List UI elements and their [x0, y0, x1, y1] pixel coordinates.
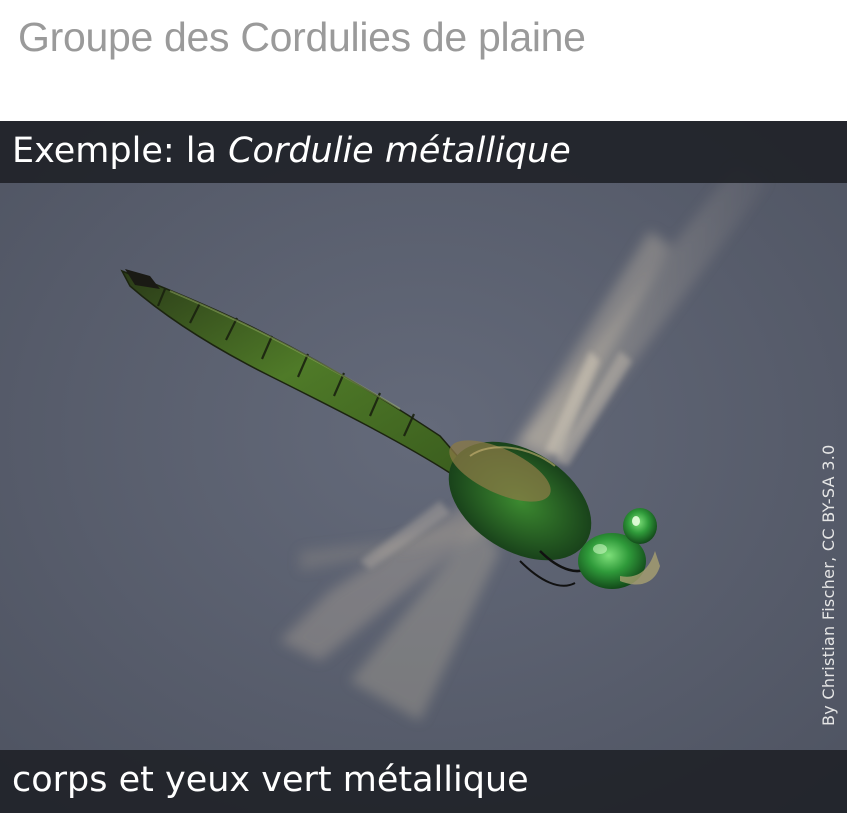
page-title: Groupe des Cordulies de plaine	[18, 14, 586, 60]
caption-top-prefix: Exemple: la	[12, 131, 229, 171]
photo-credit: By Christian Fischer, CC BY-SA 3.0	[819, 444, 838, 726]
caption-bottom: corps et yeux vert métallique	[0, 750, 847, 813]
dragonfly-illustration	[0, 121, 847, 813]
caption-top-species: Cordulie métallique	[228, 131, 571, 171]
dragonfly-photo: Exemple: la Cordulie métallique By Chris…	[0, 121, 847, 813]
caption-top: Exemple: la Cordulie métallique	[0, 121, 847, 183]
